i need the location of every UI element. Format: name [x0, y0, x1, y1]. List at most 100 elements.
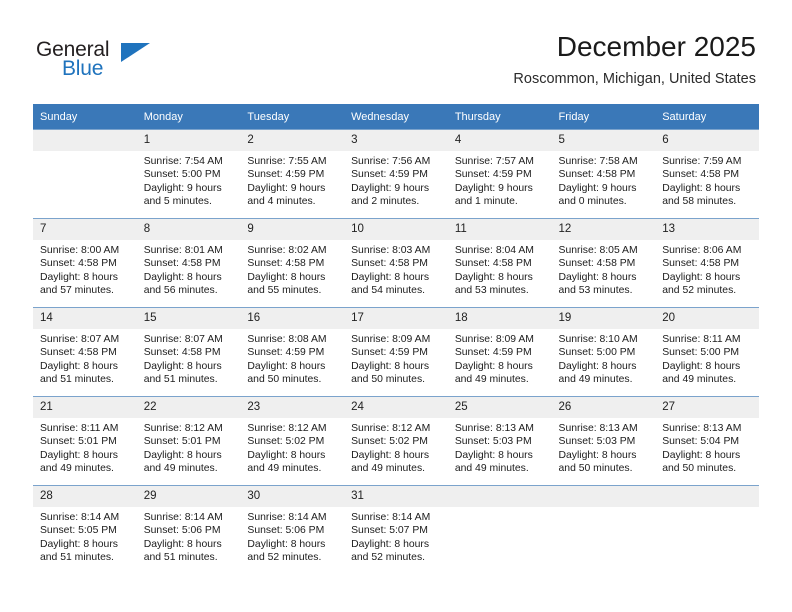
sunrise-text: Sunrise: 8:13 AM — [558, 423, 638, 434]
day-number: 2 — [240, 130, 345, 151]
daylight-text-line2: and 55 minutes. — [247, 284, 322, 296]
day-details: Sunrise: 8:11 AM Sunset: 5:00 PM Dayligh… — [655, 329, 759, 386]
sunrise-text: Sunrise: 8:06 AM — [662, 245, 742, 256]
day-cell[interactable]: 10 Sunrise: 8:03 AM Sunset: 4:58 PM Dayl… — [344, 218, 448, 308]
calendar-page: General Blue December 2025 Roscommon, Mi… — [0, 0, 792, 612]
sunset-text: Sunset: 4:58 PM — [558, 258, 636, 270]
title-block: December 2025 Roscommon, Michigan, Unite… — [513, 30, 756, 88]
day-cell[interactable]: 24 Sunrise: 8:12 AM Sunset: 5:02 PM Dayl… — [344, 396, 448, 486]
daylight-text-line2: and 1 minute. — [454, 195, 518, 207]
day-cell[interactable]: 26 Sunrise: 8:13 AM Sunset: 5:03 PM Dayl… — [551, 396, 656, 486]
day-number: 24 — [344, 397, 448, 418]
sunset-text: Sunset: 5:01 PM — [40, 436, 117, 448]
daylight-text-line1: Daylight: 8 hours — [351, 538, 430, 550]
daylight-text-line2: and 2 minutes. — [351, 195, 420, 207]
day-number — [447, 486, 552, 507]
day-cell[interactable]: 8 Sunrise: 8:01 AM Sunset: 4:58 PM Dayli… — [136, 218, 241, 308]
sunset-text: Sunset: 4:59 PM — [351, 169, 428, 181]
day-cell[interactable]: 13 Sunrise: 8:06 AM Sunset: 4:58 PM Dayl… — [655, 218, 759, 308]
sunset-text: Sunset: 5:00 PM — [662, 347, 740, 359]
day-details: Sunrise: 8:05 AM Sunset: 4:58 PM Dayligh… — [552, 240, 656, 297]
day-cell[interactable]: 3 Sunrise: 7:56 AM Sunset: 4:59 PM Dayli… — [344, 129, 448, 219]
day-cell[interactable]: 2 Sunrise: 7:55 AM Sunset: 4:59 PM Dayli… — [240, 129, 345, 219]
daylight-text-line1: Daylight: 8 hours — [351, 271, 430, 283]
daylight-text-line2: and 49 minutes. — [662, 373, 737, 385]
day-cell[interactable]: 19 Sunrise: 8:10 AM Sunset: 5:00 PM Dayl… — [551, 307, 656, 397]
day-cell[interactable]: 7 Sunrise: 8:00 AM Sunset: 4:58 PM Dayli… — [33, 218, 137, 308]
sunset-text: Sunset: 5:00 PM — [143, 169, 221, 181]
daylight-text-line2: and 49 minutes. — [247, 462, 322, 474]
page-title: December 2025 — [556, 31, 756, 62]
day-cell[interactable]: 23 Sunrise: 8:12 AM Sunset: 5:02 PM Dayl… — [240, 396, 345, 486]
day-cell[interactable]: 4 Sunrise: 7:57 AM Sunset: 4:59 PM Dayli… — [447, 129, 552, 219]
sunset-text: Sunset: 4:58 PM — [40, 258, 117, 270]
daylight-text-line2: and 52 minutes. — [247, 551, 322, 563]
day-details: Sunrise: 7:56 AM Sunset: 4:59 PM Dayligh… — [344, 151, 448, 208]
sunset-text: Sunset: 4:58 PM — [662, 258, 740, 270]
daylight-text-line1: Daylight: 8 hours — [247, 449, 326, 461]
day-cell[interactable]: 5 Sunrise: 7:58 AM Sunset: 4:58 PM Dayli… — [551, 129, 656, 219]
day-cell[interactable]: 25 Sunrise: 8:13 AM Sunset: 5:03 PM Dayl… — [447, 396, 552, 486]
daylight-text-line1: Daylight: 9 hours — [351, 182, 430, 194]
day-number: 21 — [33, 397, 137, 418]
day-cell[interactable]: 18 Sunrise: 8:09 AM Sunset: 4:59 PM Dayl… — [447, 307, 552, 397]
daylight-text-line1: Daylight: 8 hours — [247, 360, 326, 372]
sunset-text: Sunset: 4:58 PM — [247, 258, 325, 270]
sunset-text: Sunset: 4:58 PM — [662, 169, 740, 181]
weekday-header-wednesday: Wednesday — [344, 104, 448, 130]
day-cell[interactable]: 30 Sunrise: 8:14 AM Sunset: 5:06 PM Dayl… — [240, 485, 345, 574]
day-cell[interactable]: 11 Sunrise: 8:04 AM Sunset: 4:58 PM Dayl… — [447, 218, 552, 308]
page-header: General Blue December 2025 Roscommon, Mi… — [0, 0, 792, 100]
day-cell[interactable]: 12 Sunrise: 8:05 AM Sunset: 4:58 PM Dayl… — [551, 218, 656, 308]
day-details: Sunrise: 8:12 AM Sunset: 5:01 PM Dayligh… — [137, 418, 241, 475]
day-number: 20 — [655, 308, 759, 329]
day-cell[interactable]: 1 Sunrise: 7:54 AM Sunset: 5:00 PM Dayli… — [136, 129, 241, 219]
day-cell[interactable]: 6 Sunrise: 7:59 AM Sunset: 4:58 PM Dayli… — [655, 129, 759, 219]
day-details: Sunrise: 8:14 AM Sunset: 5:07 PM Dayligh… — [344, 507, 448, 564]
sunrise-text: Sunrise: 8:08 AM — [247, 334, 327, 345]
day-number: 10 — [344, 219, 448, 240]
daylight-text-line1: Daylight: 8 hours — [247, 538, 326, 550]
daylight-text-line1: Daylight: 8 hours — [40, 360, 118, 372]
day-details: Sunrise: 8:00 AM Sunset: 4:58 PM Dayligh… — [33, 240, 137, 297]
day-cell[interactable]: 27 Sunrise: 8:13 AM Sunset: 5:04 PM Dayl… — [655, 396, 759, 486]
daylight-text-line1: Daylight: 8 hours — [40, 449, 118, 461]
sunset-text: Sunset: 4:58 PM — [351, 258, 428, 270]
daylight-text-line2: and 52 minutes. — [351, 551, 426, 563]
day-number: 7 — [33, 219, 137, 240]
day-details: Sunrise: 8:03 AM Sunset: 4:58 PM Dayligh… — [344, 240, 448, 297]
daylight-text-line2: and 53 minutes. — [454, 284, 529, 296]
day-details: Sunrise: 8:08 AM Sunset: 4:59 PM Dayligh… — [240, 329, 344, 386]
sunset-text: Sunset: 4:58 PM — [558, 169, 636, 181]
sunset-text: Sunset: 4:59 PM — [351, 347, 428, 359]
day-details: Sunrise: 8:02 AM Sunset: 4:58 PM Dayligh… — [240, 240, 344, 297]
daylight-text-line1: Daylight: 8 hours — [662, 182, 741, 194]
daylight-text-line2: and 51 minutes. — [40, 373, 114, 385]
day-cell[interactable]: 14 Sunrise: 8:07 AM Sunset: 4:58 PM Dayl… — [33, 307, 137, 397]
daylight-text-line2: and 49 minutes. — [351, 462, 426, 474]
day-details: Sunrise: 7:54 AM Sunset: 5:00 PM Dayligh… — [137, 151, 241, 208]
day-cell[interactable]: 17 Sunrise: 8:09 AM Sunset: 4:59 PM Dayl… — [344, 307, 448, 397]
daylight-text-line2: and 50 minutes. — [247, 373, 322, 385]
day-cell[interactable]: 20 Sunrise: 8:11 AM Sunset: 5:00 PM Dayl… — [655, 307, 759, 397]
day-cell[interactable]: 21 Sunrise: 8:11 AM Sunset: 5:01 PM Dayl… — [33, 396, 137, 486]
sunrise-text: Sunrise: 8:14 AM — [247, 512, 327, 523]
day-cell[interactable]: 15 Sunrise: 8:07 AM Sunset: 4:58 PM Dayl… — [136, 307, 241, 397]
sunset-text: Sunset: 5:02 PM — [247, 436, 325, 448]
week-row: 21 Sunrise: 8:11 AM Sunset: 5:01 PM Dayl… — [33, 396, 759, 486]
sunrise-text: Sunrise: 8:05 AM — [558, 245, 638, 256]
day-cell[interactable]: 28 Sunrise: 8:14 AM Sunset: 5:05 PM Dayl… — [33, 485, 137, 574]
day-cell[interactable]: 9 Sunrise: 8:02 AM Sunset: 4:58 PM Dayli… — [240, 218, 345, 308]
daylight-text-line2: and 5 minutes. — [143, 195, 212, 207]
day-cell[interactable]: 16 Sunrise: 8:08 AM Sunset: 4:59 PM Dayl… — [240, 307, 345, 397]
sunset-text: Sunset: 5:07 PM — [351, 525, 428, 537]
day-details: Sunrise: 8:12 AM Sunset: 5:02 PM Dayligh… — [344, 418, 448, 475]
day-number: 26 — [551, 397, 656, 418]
day-cell[interactable]: 31 Sunrise: 8:14 AM Sunset: 5:07 PM Dayl… — [344, 485, 448, 574]
day-number: 6 — [655, 130, 759, 151]
day-cell[interactable]: 29 Sunrise: 8:14 AM Sunset: 5:06 PM Dayl… — [136, 485, 241, 574]
daylight-text-line1: Daylight: 8 hours — [143, 360, 222, 372]
weekday-header-tuesday: Tuesday — [240, 104, 345, 130]
day-cell[interactable]: 22 Sunrise: 8:12 AM Sunset: 5:01 PM Dayl… — [136, 396, 241, 486]
daylight-text-line2: and 52 minutes. — [662, 284, 737, 296]
